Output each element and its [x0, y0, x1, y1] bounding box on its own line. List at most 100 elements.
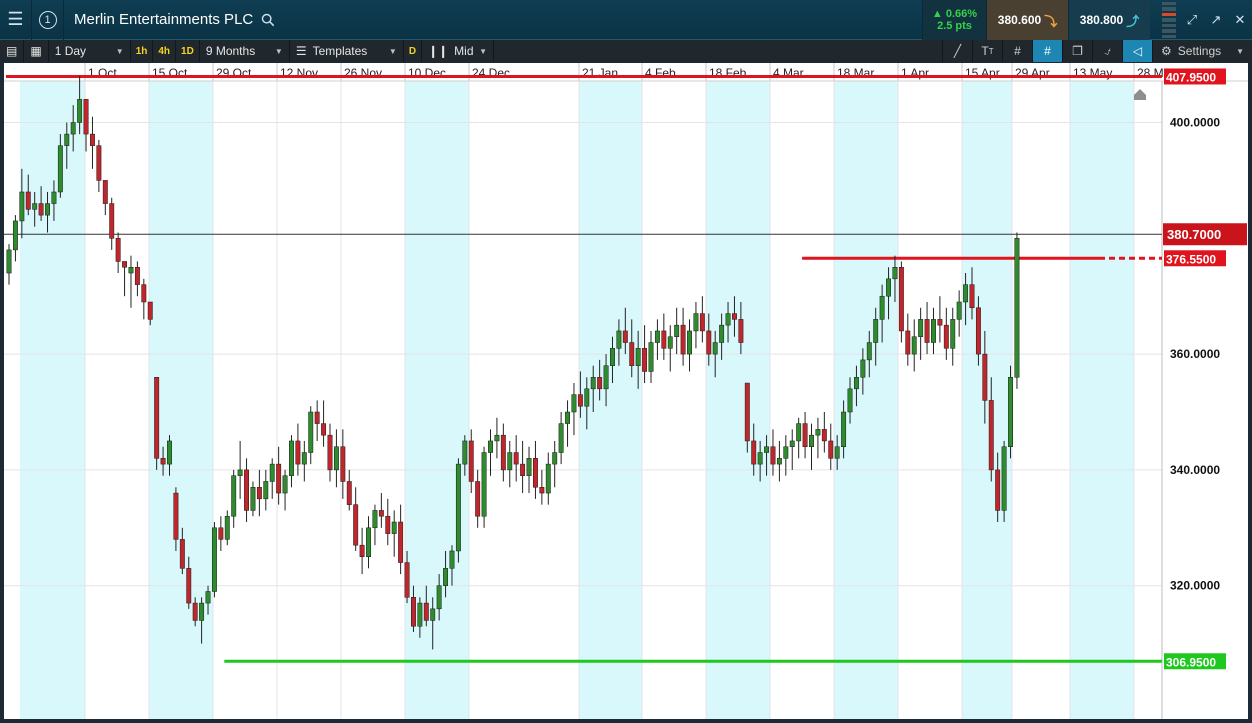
candle-body[interactable]	[975, 307, 981, 355]
layout-icon[interactable]: ▦	[24, 40, 49, 62]
candle-body[interactable]	[693, 313, 699, 332]
candle-body[interactable]	[789, 440, 795, 447]
candle-body[interactable]	[19, 191, 25, 222]
candle-body[interactable]	[333, 446, 339, 471]
candle-body[interactable]	[462, 440, 468, 465]
templates-select[interactable]: ☰ Templates ▼	[290, 40, 404, 62]
candle-body[interactable]	[115, 238, 121, 262]
candle-body[interactable]	[430, 608, 436, 621]
candle-body[interactable]	[314, 411, 320, 424]
candle-body[interactable]	[475, 481, 481, 517]
candle-body[interactable]	[167, 440, 172, 465]
candle-body[interactable]	[500, 434, 506, 471]
candle-body[interactable]	[610, 348, 615, 366]
candle-body[interactable]	[186, 568, 192, 604]
candle-body[interactable]	[776, 458, 782, 465]
candle-body[interactable]	[1014, 238, 1020, 378]
quick-1d-button[interactable]: 1D	[176, 40, 200, 62]
candle-body[interactable]	[751, 440, 757, 465]
candle-body[interactable]	[102, 180, 108, 204]
list-icon[interactable]: ▤	[0, 40, 25, 62]
candle-body[interactable]	[122, 261, 128, 268]
candle-body[interactable]	[738, 319, 744, 343]
candle-body[interactable]	[918, 319, 924, 337]
candle-body[interactable]	[199, 602, 205, 621]
candle-body[interactable]	[911, 336, 917, 355]
candle-body[interactable]	[513, 452, 519, 465]
range-select[interactable]: 9 Months ▼	[200, 40, 290, 62]
candle-body[interactable]	[372, 510, 378, 529]
candle-body[interactable]	[571, 394, 577, 413]
quick-4h-button[interactable]: 4h	[153, 40, 177, 62]
buy-price-button[interactable]: 380.800 ⤴	[1068, 0, 1150, 40]
search-icon[interactable]	[261, 13, 275, 27]
candle-body[interactable]	[757, 452, 763, 465]
candle-body[interactable]	[141, 284, 147, 303]
candle-body[interactable]	[963, 284, 969, 303]
candle-body[interactable]	[436, 585, 442, 610]
crosshair-grid-icon[interactable]: #	[1032, 40, 1062, 62]
candle-body[interactable]	[616, 330, 622, 349]
candle-body[interactable]	[398, 521, 404, 563]
expand-icon[interactable]: ⤢	[1180, 0, 1204, 40]
candle-body[interactable]	[764, 446, 770, 453]
candle-body[interactable]	[340, 446, 346, 482]
candle-body[interactable]	[179, 539, 185, 569]
candle-body[interactable]	[282, 475, 288, 494]
candle-body[interactable]	[590, 377, 596, 390]
candle-body[interactable]	[488, 440, 493, 453]
candle-body[interactable]	[83, 99, 89, 135]
candle-body[interactable]	[802, 423, 808, 447]
candle-body[interactable]	[828, 440, 834, 459]
candle-body[interactable]	[687, 330, 692, 355]
candle-body[interactable]	[25, 191, 31, 210]
candle-body[interactable]	[969, 284, 975, 309]
candle-body[interactable]	[956, 301, 962, 320]
candle-body[interactable]	[289, 440, 294, 476]
chart-area[interactable]: 1 Oct 15 Oct 29 Oct 12 Nov 26 Nov 10 Dec 24 De…	[4, 63, 1248, 719]
candle-body[interactable]	[308, 411, 314, 453]
settings-button[interactable]: ⚙ Settings ▼	[1152, 40, 1252, 62]
candle-body[interactable]	[256, 487, 262, 500]
candle-body[interactable]	[667, 336, 673, 349]
layers-icon[interactable]: ❐	[1062, 40, 1092, 62]
candle-body[interactable]	[796, 423, 802, 442]
candle-body[interactable]	[269, 463, 275, 482]
candle-body[interactable]	[545, 463, 551, 494]
candle-body[interactable]	[642, 348, 648, 372]
candle-body[interactable]	[160, 458, 166, 465]
candle-body[interactable]	[532, 458, 538, 488]
candle-body[interactable]	[224, 515, 230, 540]
candle-body[interactable]	[147, 301, 153, 320]
info-button[interactable]: 1	[32, 0, 64, 40]
text-tool-icon[interactable]: TT	[972, 40, 1002, 62]
candle-body[interactable]	[295, 440, 301, 465]
candle-body[interactable]	[205, 591, 211, 604]
tag-icon[interactable]: ◁	[1122, 40, 1152, 62]
candle-body[interactable]	[468, 440, 474, 482]
candle-body[interactable]	[378, 510, 384, 517]
candle-body[interactable]	[712, 342, 718, 355]
candle-body[interactable]	[423, 602, 429, 621]
popout-icon[interactable]: ↗	[1204, 0, 1228, 40]
candle-body[interactable]	[6, 249, 12, 274]
candle-body[interactable]	[321, 423, 327, 436]
candle-body[interactable]	[455, 463, 461, 552]
candle-body[interactable]	[231, 475, 237, 517]
candle-body[interactable]	[237, 469, 243, 476]
candle-body[interactable]	[584, 388, 590, 407]
candle-body[interactable]	[597, 377, 603, 390]
candle-body[interactable]	[558, 423, 564, 453]
candle-body[interactable]	[898, 267, 904, 332]
candle-body[interactable]	[109, 203, 115, 239]
quick-1h-button[interactable]: 1h	[131, 40, 154, 62]
candle-body[interactable]	[38, 203, 44, 216]
candle-body[interactable]	[982, 353, 988, 401]
candle-body[interactable]	[443, 568, 449, 586]
candle-body[interactable]	[90, 133, 95, 146]
candlestick-chart[interactable]: 1 Oct 15 Oct 29 Oct 12 Nov 26 Nov 10 Dec 24 De…	[4, 63, 1248, 719]
candle-body[interactable]	[211, 527, 217, 592]
candle-body[interactable]	[449, 550, 455, 569]
candle-body[interactable]	[699, 313, 705, 332]
candle-body[interactable]	[96, 145, 102, 181]
